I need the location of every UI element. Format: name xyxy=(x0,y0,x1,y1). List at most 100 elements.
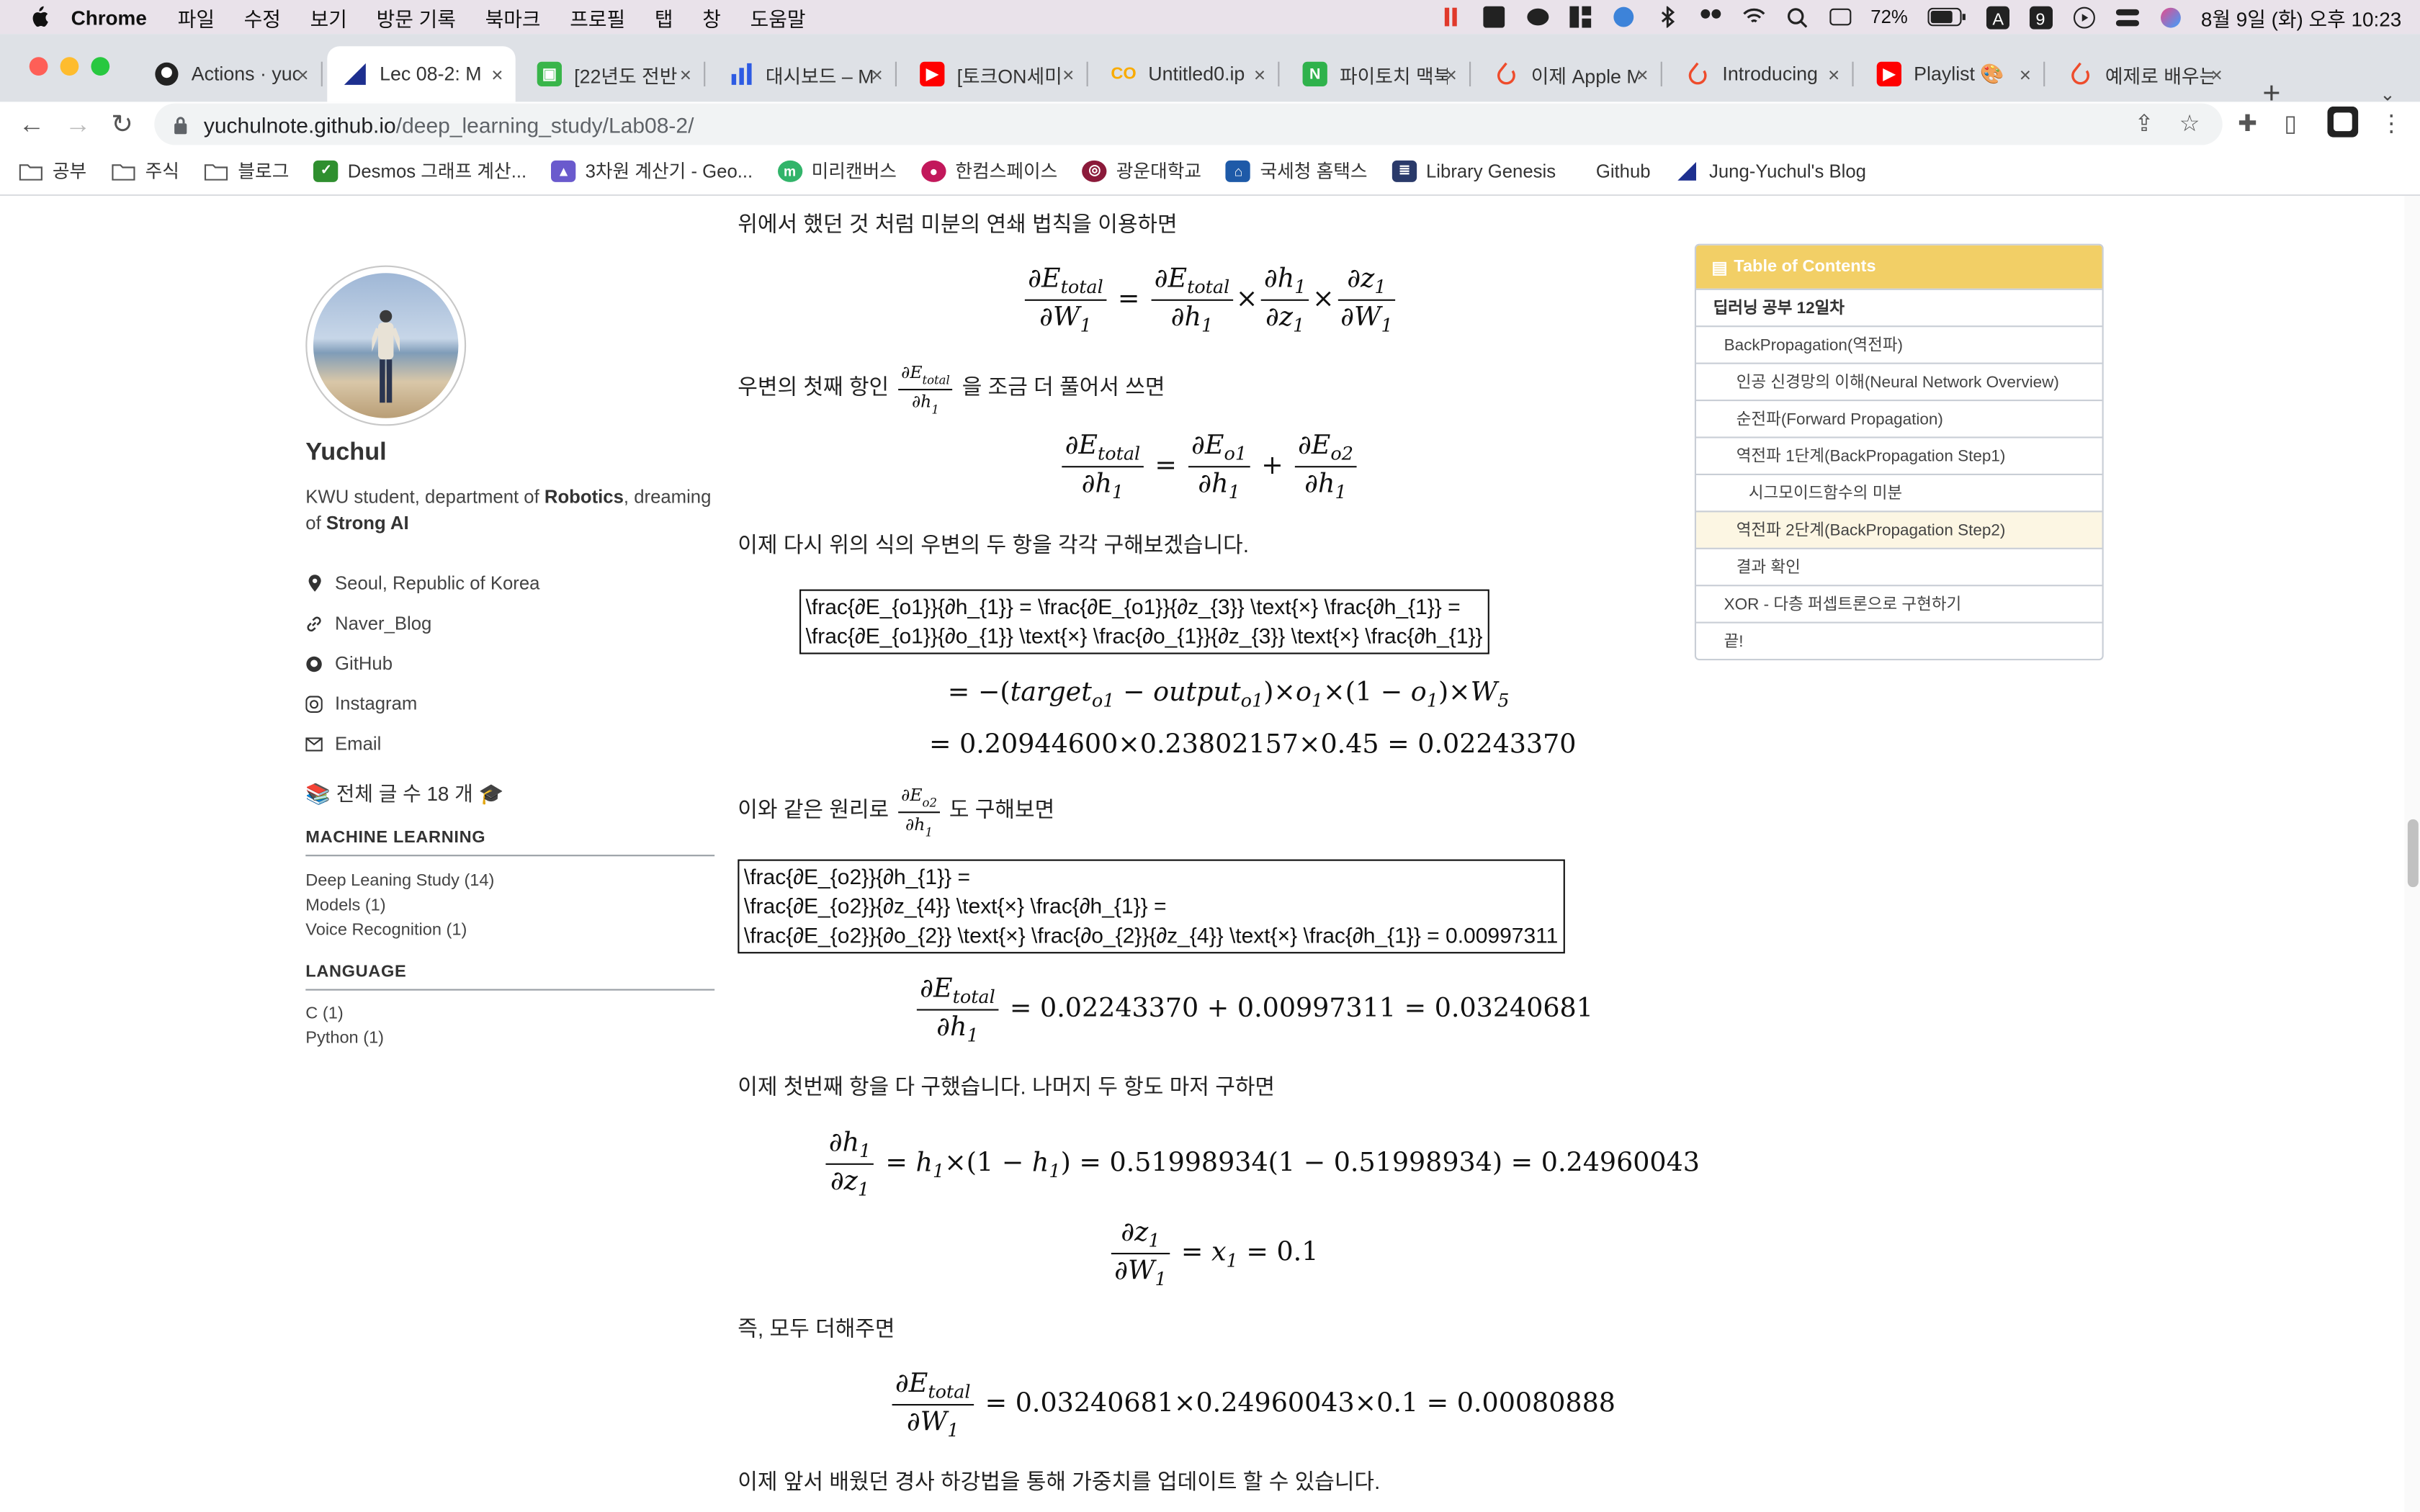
browser-tab[interactable]: CO Untitled0.ip × xyxy=(1095,46,1280,102)
browser-tab[interactable]: Introducing × xyxy=(1670,46,1854,102)
share-icon[interactable]: ⇪ xyxy=(2135,109,2154,137)
browser-tab[interactable]: 예제로 배우는 × xyxy=(2053,46,2235,102)
close-tab-icon[interactable]: × xyxy=(1446,63,1457,86)
parallels-icon[interactable] xyxy=(1438,6,1463,28)
siri-icon[interactable] xyxy=(2158,6,2182,28)
airpods-icon[interactable] xyxy=(1698,6,1722,28)
bluetooth-icon[interactable] xyxy=(1654,6,1679,28)
tab-separator xyxy=(1278,61,1280,86)
bookmark-link[interactable]: ● 한컴스페이스 xyxy=(921,158,1057,184)
toc-item[interactable]: 순전파(Forward Propagation) xyxy=(1696,400,2102,436)
category-link[interactable]: Voice Recognition (1) xyxy=(305,921,467,940)
toc-item[interactable]: 끝! xyxy=(1696,621,2102,659)
close-tab-icon[interactable]: × xyxy=(1828,63,1839,86)
apple-icon[interactable] xyxy=(28,6,50,28)
toc-item[interactable]: 역전파 1단계(BackPropagation Step1) xyxy=(1696,436,2102,473)
browser-tab[interactable]: ▣ [22년도 전반 × xyxy=(521,46,706,102)
menu-history[interactable]: 방문 기록 xyxy=(377,2,456,32)
bookmark-link[interactable]: ≣ Library Genesis xyxy=(1392,159,1556,181)
spotlight-search-icon[interactable] xyxy=(1784,6,1809,28)
browser-tab[interactable]: N 파이토치 맥북 × xyxy=(1287,46,1471,102)
bookmark-link[interactable]: ⌂ 국세청 홈택스 xyxy=(1226,158,1368,184)
close-tab-icon[interactable]: × xyxy=(491,63,503,86)
close-tab-icon[interactable]: × xyxy=(1254,63,1265,86)
play-icon[interactable] xyxy=(2071,6,2096,28)
menu-file[interactable]: 파일 xyxy=(178,2,215,32)
bookmark-link[interactable]: ✓ Desmos 그래프 계산... xyxy=(313,158,526,184)
toc-item[interactable]: BackPropagation(역전파) xyxy=(1696,325,2102,362)
hangul-icon[interactable] xyxy=(1482,6,1506,28)
minimize-window-button[interactable] xyxy=(60,57,79,76)
chat-icon[interactable] xyxy=(1525,6,1549,28)
bookmark-star-icon[interactable]: ☆ xyxy=(2179,109,2200,137)
bookmark-link[interactable]: m 미리캔버스 xyxy=(777,158,897,184)
scrollbar-thumb[interactable] xyxy=(2407,819,2419,888)
profile-avatar-icon[interactable] xyxy=(2327,106,2359,143)
close-tab-icon[interactable]: × xyxy=(680,63,691,86)
menu-profile[interactable]: 프로필 xyxy=(570,2,625,32)
toc-item[interactable]: 인공 신경망의 이해(Neural Network Overview) xyxy=(1696,362,2102,400)
toc-item-active[interactable]: 역전파 2단계(BackPropagation Step2) xyxy=(1696,510,2102,548)
close-tab-icon[interactable]: × xyxy=(1062,63,1074,86)
menu-view[interactable]: 보기 xyxy=(310,2,347,32)
extensions-puzzle-icon[interactable]: ✚ xyxy=(2238,109,2257,137)
browser-tab[interactable]: 대시보드 – M × xyxy=(713,46,897,102)
toc-item[interactable]: 시그모이드함수의 미분 xyxy=(1696,473,2102,510)
browser-tab[interactable]: ▶ [토크ON세미 × xyxy=(905,46,1088,102)
github-link[interactable]: GitHub xyxy=(305,644,539,684)
bookmark-folder[interactable]: 공부 xyxy=(19,158,86,184)
close-tab-icon[interactable]: × xyxy=(2210,63,2222,86)
address-bar[interactable]: yuchulnote.github.io/deep_learning_study… xyxy=(154,103,2223,145)
browser-tab[interactable]: Actions · yuc × xyxy=(139,46,323,102)
toc-item[interactable]: XOR - 다층 퍼셉트론으로 구현하기 xyxy=(1696,585,2102,621)
text-input-icon[interactable]: A xyxy=(1985,5,2009,29)
screen-icon[interactable] xyxy=(1827,6,1852,28)
finder-icon[interactable] xyxy=(1611,6,1636,28)
category-link[interactable]: Deep Leaning Study (14) xyxy=(305,872,494,891)
menu-help[interactable]: 도움말 xyxy=(750,2,806,32)
menubar-clock[interactable]: 8월 9일 (화) 오후 10:23 xyxy=(2201,2,2401,32)
close-window-button[interactable] xyxy=(29,57,48,76)
github-icon xyxy=(154,62,179,86)
chrome-menu-icon[interactable]: ⋮ xyxy=(2380,109,2403,137)
browser-tab[interactable]: ▶ Playlist 🎨 × xyxy=(1861,46,2045,102)
bookmark-link[interactable]: ◎ 광운대학교 xyxy=(1082,158,1202,184)
close-tab-icon[interactable]: × xyxy=(1636,63,1648,86)
bookmark-folder[interactable]: 블로그 xyxy=(204,158,289,184)
close-tab-icon[interactable]: × xyxy=(297,63,308,86)
battery-icon[interactable] xyxy=(1926,6,1966,28)
zoom-window-button[interactable] xyxy=(91,57,110,76)
instagram-link[interactable]: Instagram xyxy=(305,683,539,724)
bookmark-link[interactable]: ▲ 3차원 계산기 - Geo... xyxy=(551,158,753,184)
menu-edit[interactable]: 수정 xyxy=(244,2,281,32)
bookmark-link[interactable]: Github xyxy=(1596,160,1651,181)
nine-icon[interactable]: 9 xyxy=(2028,5,2053,29)
menu-tab[interactable]: 탭 xyxy=(655,2,673,32)
naver-blog-link[interactable]: Naver_Blog xyxy=(305,603,539,644)
menu-app-name[interactable]: Chrome xyxy=(71,6,147,29)
reload-icon[interactable]: ↻ xyxy=(111,109,133,140)
browser-tab-active[interactable]: Lec 08-2: M × xyxy=(327,46,516,102)
bookmark-folder[interactable]: 주식 xyxy=(111,158,179,184)
close-tab-icon[interactable]: × xyxy=(871,63,882,86)
bookmark-label: 광운대학교 xyxy=(1116,160,1202,182)
bookmark-link[interactable]: Jung-Yuchul's Blog xyxy=(1675,160,1866,181)
email-link[interactable]: Email xyxy=(305,724,539,764)
layout-icon[interactable] xyxy=(1568,6,1592,28)
category-link[interactable]: C (1) xyxy=(305,1004,343,1023)
location-row: Seoul, Republic of Korea xyxy=(305,563,539,603)
wifi-icon[interactable] xyxy=(1741,6,1765,28)
control-center-icon[interactable] xyxy=(2115,6,2139,28)
menu-window[interactable]: 창 xyxy=(702,2,721,32)
forward-arrow-icon[interactable]: → xyxy=(65,109,91,140)
category-link[interactable]: Python (1) xyxy=(305,1029,384,1048)
toc-item[interactable]: 딥러닝 공부 12일차 xyxy=(1696,288,2102,325)
browser-tab[interactable]: 이제 Apple M × xyxy=(1479,46,1662,102)
toc-item[interactable]: 결과 확인 xyxy=(1696,547,2102,585)
side-panel-icon[interactable]: ▯ xyxy=(2284,109,2297,137)
category-link[interactable]: Models (1) xyxy=(305,896,385,915)
menu-bookmarks[interactable]: 북마크 xyxy=(485,2,541,32)
close-tab-icon[interactable]: × xyxy=(2020,63,2031,86)
lock-icon[interactable] xyxy=(173,115,188,134)
back-arrow-icon[interactable]: ← xyxy=(19,109,45,140)
